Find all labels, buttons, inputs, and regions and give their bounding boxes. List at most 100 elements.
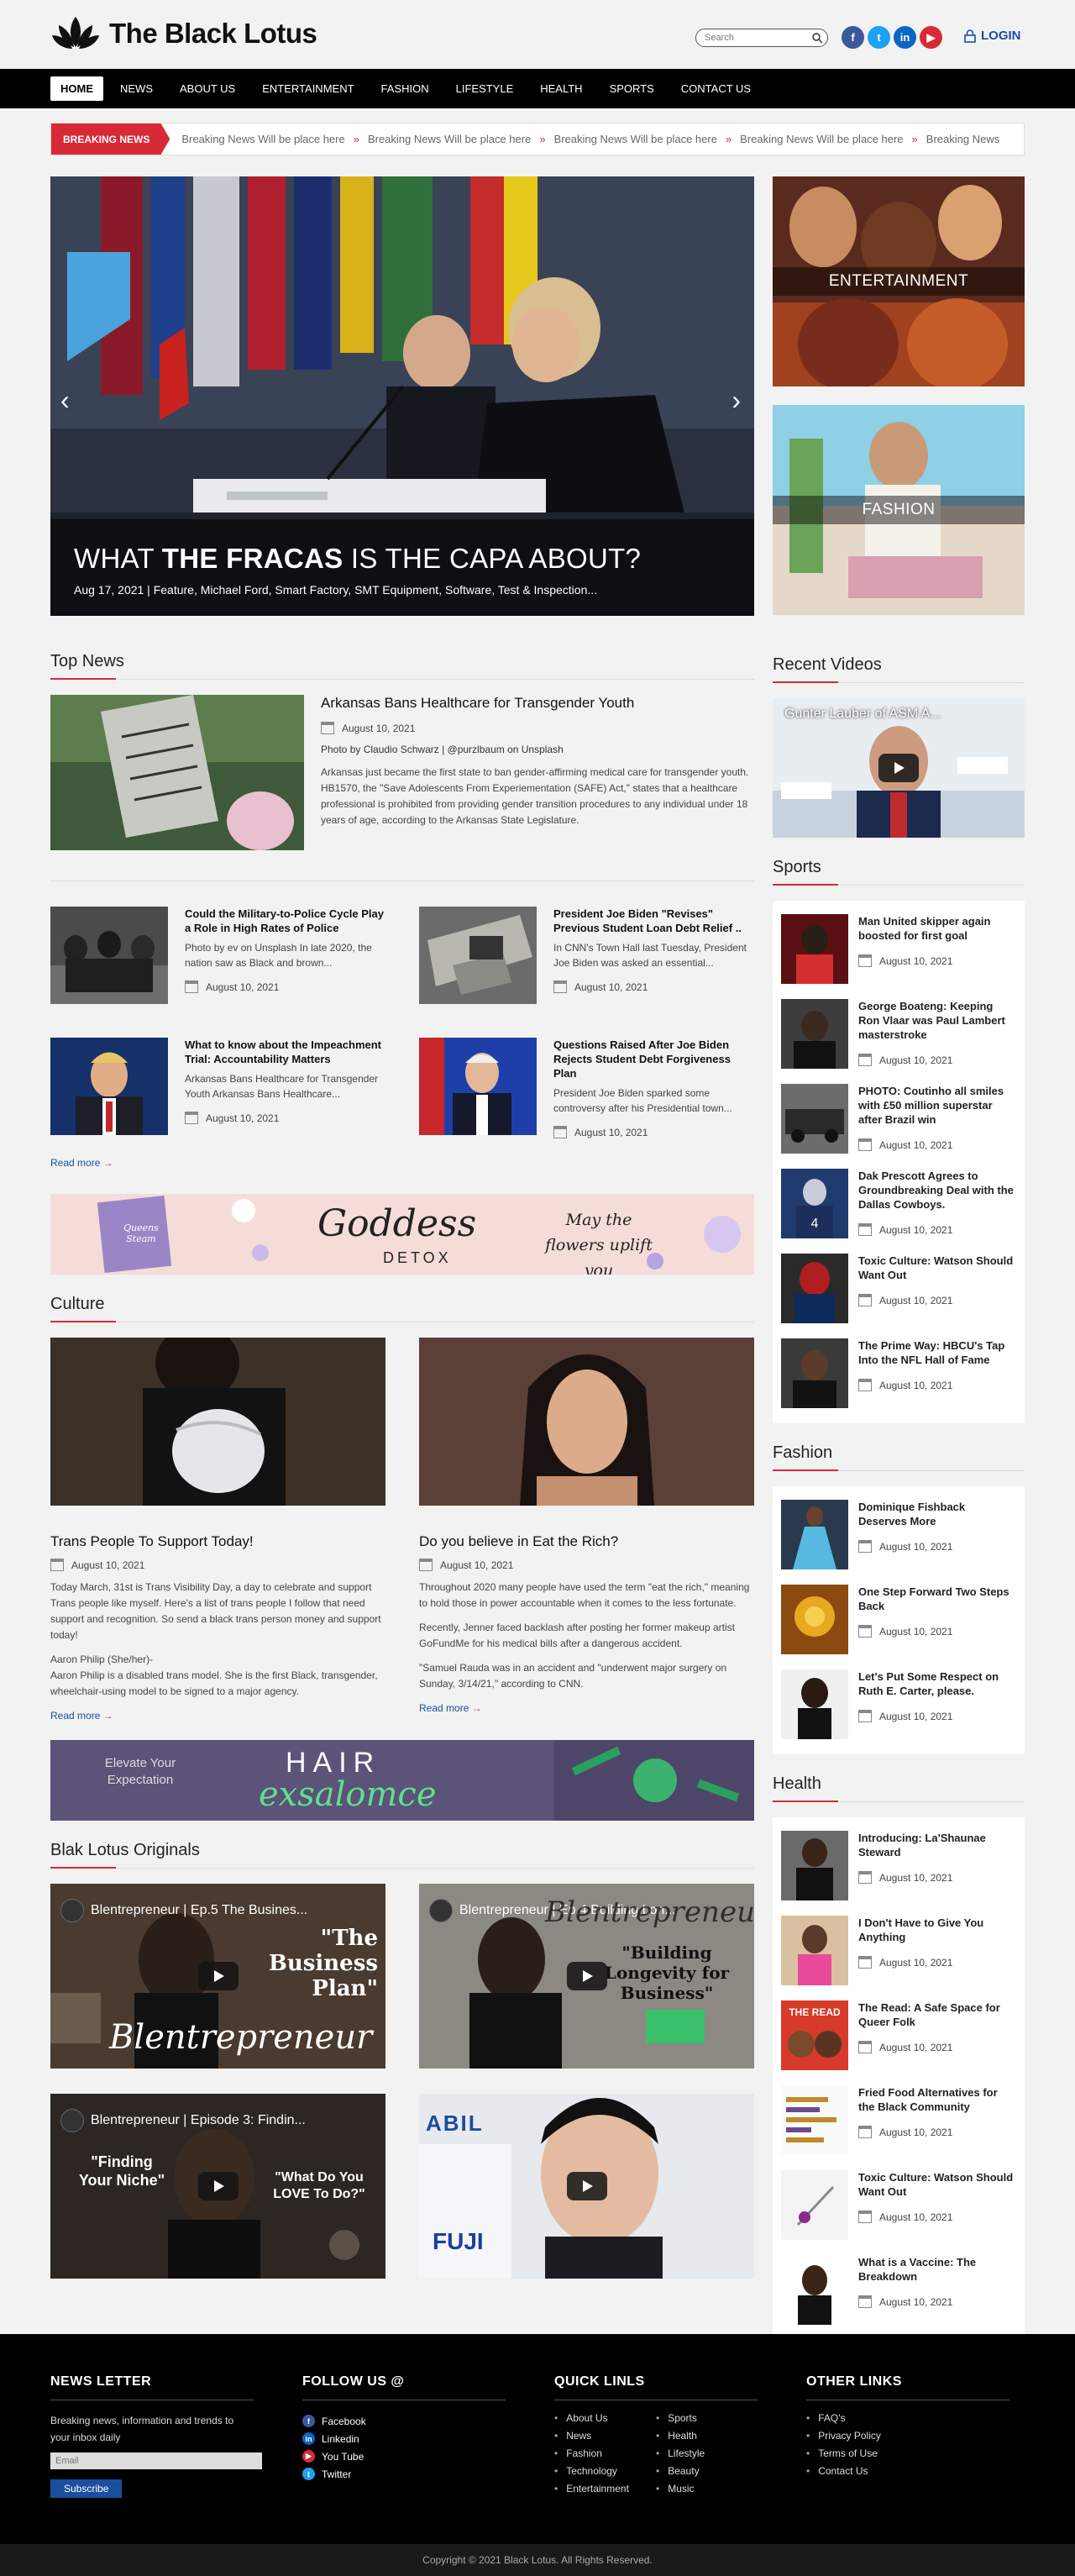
slider-prev-icon[interactable]: ‹ [60, 385, 70, 416]
culture-read-more[interactable]: Read more → [50, 1710, 113, 1722]
nav-item-sports[interactable]: SPORTS [600, 76, 664, 101]
hero-slider[interactable]: ‹ › WHAT THE FRACAS IS THE CAPA ABOUT? A… [50, 176, 754, 616]
top-news-read-more[interactable]: Read more → [50, 1157, 113, 1169]
footer-link[interactable]: FAQ's [806, 2412, 1009, 2430]
nav-item-lifestyle[interactable]: LIFESTYLE [446, 76, 524, 101]
list-item[interactable]: The Prime Way: HBCU's Tap Into the NFL H… [781, 1333, 1016, 1418]
culture-card[interactable]: Trans People To Support Today! August 10… [50, 1325, 385, 1723]
login-link[interactable]: LOGIN [964, 29, 1021, 43]
play-button-icon[interactable] [566, 2172, 607, 2200]
news-headline[interactable]: Questions Raised After Joe Biden Rejects… [553, 1038, 754, 1080]
list-item-headline[interactable]: Toxic Culture: Watson Should Want Out [858, 2170, 1016, 2199]
list-item[interactable]: I Don't Have to Give You Anything August … [781, 1911, 1016, 1995]
footer-link[interactable]: Entertainment [554, 2483, 656, 2500]
nav-item-home[interactable]: HOME [50, 76, 103, 101]
breaking-news-item[interactable]: Breaking News Will be place here [181, 133, 344, 145]
list-item-headline[interactable]: Dak Prescott Agrees to Groundbreaking De… [858, 1169, 1016, 1212]
list-item-headline[interactable]: Toxic Culture: Watson Should Want Out [858, 1254, 1016, 1282]
youtube-icon[interactable]: ▶ [920, 26, 942, 49]
footer-link[interactable]: Technology [554, 2465, 656, 2483]
breaking-news-item[interactable]: Breaking News Will be place here [368, 133, 531, 145]
list-item-headline[interactable]: Man United skipper again boosted for fir… [858, 914, 1016, 943]
nav-item-entertainment[interactable]: ENTERTAINMENT [252, 76, 364, 101]
nav-item-contact[interactable]: CONTACT US [671, 76, 761, 101]
list-item[interactable]: George Boateng: Keeping Ron Vlaar was Pa… [781, 994, 1016, 1079]
twitter-icon[interactable]: t [868, 26, 890, 49]
list-item[interactable]: Fried Food Alternatives for the Black Co… [781, 2080, 1016, 2165]
news-item[interactable]: President Joe Biden "Revises" Previous S… [419, 907, 754, 1004]
culture-card[interactable]: Do you believe in Eat the Rich? August 1… [419, 1338, 754, 1723]
site-logo[interactable]: The Black Lotus [50, 15, 317, 52]
goddess-detox-banner[interactable]: Queens Steam Goddess DETOX May the flowe… [50, 1194, 754, 1275]
list-item-headline[interactable]: One Step Forward Two Steps Back [858, 1585, 1016, 1613]
footer-link[interactable]: Fashion [554, 2447, 656, 2465]
play-button-icon[interactable] [197, 1962, 239, 1990]
hero-title[interactable]: WHAT THE FRACAS IS THE CAPA ABOUT? [74, 543, 731, 575]
nav-item-fashion[interactable]: FASHION [371, 76, 439, 101]
list-item[interactable]: Introducing: La'Shaunae Steward August 10… [781, 1826, 1016, 1911]
footer-link[interactable]: Sports [656, 2412, 758, 2430]
list-item-headline[interactable]: George Boateng: Keeping Ron Vlaar was Pa… [858, 999, 1016, 1042]
footer-link[interactable]: Privacy Policy [806, 2430, 1009, 2447]
list-item-headline[interactable]: The Prime Way: HBCU's Tap Into the NFL H… [858, 1338, 1016, 1367]
list-item-headline[interactable]: PHOTO: Coutinho all smiles with £50 mill… [858, 1084, 1016, 1127]
list-item[interactable]: PHOTO: Coutinho all smiles with £50 mill… [781, 1079, 1016, 1164]
footer-link[interactable]: Lifestyle [656, 2447, 758, 2465]
culture-headline[interactable]: Do you believe in Eat the Rich? [419, 1533, 754, 1550]
list-item[interactable]: Dominique Fishback Deserves More August 1… [781, 1495, 1016, 1580]
list-item[interactable]: THE READ The Read: A Safe Space for Queer… [781, 1995, 1016, 2080]
list-item[interactable]: Toxic Culture: Watson Should Want Out Aug… [781, 2165, 1016, 2250]
subscribe-button[interactable]: Subscribe [50, 2479, 123, 2498]
breaking-news-item[interactable]: Breaking News [926, 133, 999, 145]
play-button-icon[interactable] [566, 1962, 607, 1990]
video-player[interactable]: Blentrepreneur | Episode 3: Findin... "F… [50, 2094, 385, 2279]
culture-headline[interactable]: Trans People To Support Today! [50, 1533, 385, 1550]
nav-item-news[interactable]: NEWS [110, 76, 163, 101]
list-item-headline[interactable]: Dominique Fishback Deserves More [858, 1500, 1016, 1528]
footer-link[interactable]: Health [656, 2430, 758, 2447]
top-news-feature[interactable]: Arkansas Bans Healthcare for Transgender… [50, 695, 754, 881]
video-player[interactable]: ABIL FUJI [419, 2094, 754, 2279]
nav-item-about[interactable]: ABOUT US [170, 76, 245, 101]
fashion-card[interactable]: FASHION [773, 405, 1025, 615]
follow-facebook[interactable]: f Facebook [302, 2412, 506, 2430]
nav-item-health[interactable]: HEALTH [530, 76, 592, 101]
video-player[interactable]: Blentrepreneur | Ep.4 Building Lon... "B… [419, 1884, 754, 2069]
list-item-headline[interactable]: Fried Food Alternatives for the Black Co… [858, 2085, 1016, 2114]
email-field[interactable] [50, 2452, 262, 2469]
news-item[interactable]: Could the Military-to-Police Cycle Play … [50, 907, 385, 1004]
search-input[interactable] [696, 29, 805, 46]
entertainment-card[interactable]: ENTERTAINMENT [773, 176, 1025, 386]
news-headline[interactable]: What to know about the Impeachment Trial… [185, 1038, 385, 1066]
footer-link[interactable]: News [554, 2430, 656, 2447]
slider-next-icon[interactable]: › [732, 385, 741, 416]
news-item[interactable]: What to know about the Impeachment Trial… [50, 1038, 385, 1138]
feature-headline[interactable]: Arkansas Bans Healthcare for Transgender… [321, 695, 754, 712]
list-item-headline[interactable]: Introducing: La'Shaunae Steward [858, 1831, 1016, 1859]
list-item[interactable]: One Step Forward Two Steps Back August 10… [781, 1580, 1016, 1664]
breaking-news-item[interactable]: Breaking News Will be place here [740, 133, 903, 145]
footer-link[interactable]: About Us [554, 2412, 656, 2430]
list-item-headline[interactable]: Let's Put Some Respect on Ruth E. Carter… [858, 1669, 1016, 1698]
list-item[interactable]: Toxic Culture: Watson Should Want Out Aug… [781, 1249, 1016, 1333]
culture-read-more[interactable]: Read more → [419, 1702, 482, 1714]
news-headline[interactable]: President Joe Biden "Revises" Previous S… [553, 907, 754, 935]
follow-linkedin[interactable]: in Linkedin [302, 2430, 506, 2447]
list-item[interactable]: What is a Vaccine: The Breakdown August 1… [781, 2250, 1016, 2335]
news-headline[interactable]: Could the Military-to-Police Cycle Play … [185, 907, 385, 935]
footer-link[interactable]: Terms of Use [806, 2447, 1009, 2465]
list-item[interactable]: Let's Put Some Respect on Ruth E. Carter… [781, 1664, 1016, 1749]
news-item[interactable]: Questions Raised After Joe Biden Rejects… [419, 1038, 754, 1138]
video-player[interactable]: Blentrepreneur | Ep.5 The Busines... "Th… [50, 1884, 385, 2069]
play-button-icon[interactable] [197, 2172, 239, 2200]
footer-link[interactable]: Beauty [656, 2465, 758, 2483]
footer-link[interactable]: Contact Us [806, 2465, 1009, 2483]
facebook-icon[interactable]: f [842, 26, 864, 49]
hair-salon-banner[interactable]: Elevate Your Expectation HAIR exsalomce [50, 1740, 754, 1821]
follow-youtube[interactable]: ▶ You Tube [302, 2447, 506, 2465]
list-item-headline[interactable]: What is a Vaccine: The Breakdown [858, 2255, 1016, 2284]
follow-twitter[interactable]: t Twitter [302, 2465, 506, 2483]
breaking-news-item[interactable]: Breaking News Will be place here [554, 133, 717, 145]
play-button-icon[interactable] [878, 754, 919, 782]
list-item-headline[interactable]: I Don't Have to Give You Anything [858, 1916, 1016, 1944]
